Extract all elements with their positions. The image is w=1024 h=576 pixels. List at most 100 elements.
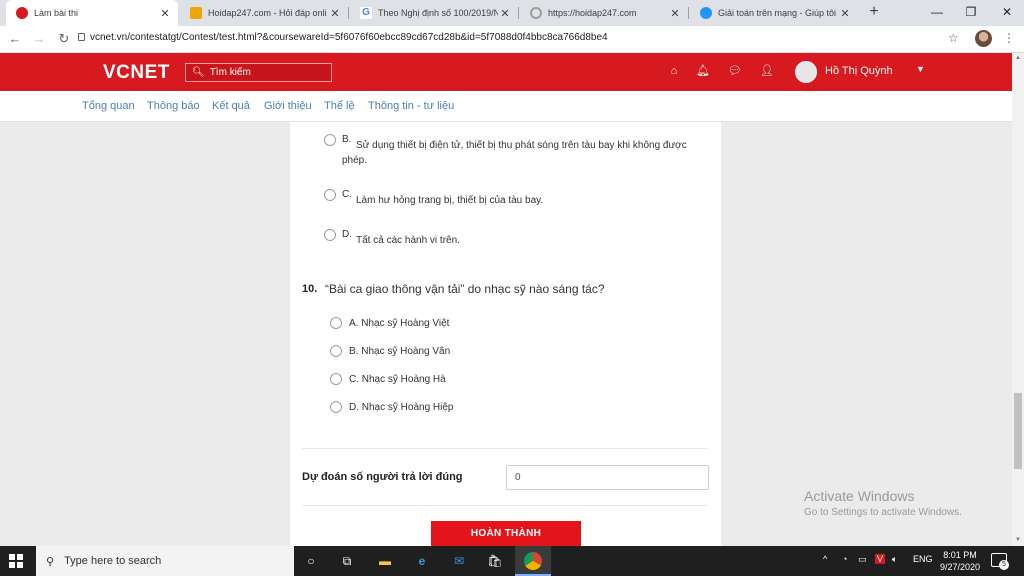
tab-title: Giải toán trên mạng - Giúp tôi	[718, 8, 837, 18]
page-scrollbar[interactable]: ▲ ▼	[1012, 53, 1024, 546]
radio-button[interactable]	[324, 134, 336, 146]
tab-title: Hoidap247.com - Hỏi đáp onli	[208, 8, 327, 18]
search-icon: ⚲	[46, 555, 55, 568]
divider	[302, 448, 708, 449]
star-icon[interactable]: ☆	[948, 31, 959, 45]
language-indicator[interactable]: ENG	[913, 554, 933, 564]
home-icon[interactable]: ⌂	[667, 64, 681, 78]
tab-separator	[518, 7, 519, 19]
scroll-down-icon[interactable]: ▼	[1014, 537, 1022, 543]
close-icon[interactable]: ✕	[328, 7, 342, 20]
finish-button[interactable]: HOÀN THÀNH	[431, 521, 581, 546]
restore-button[interactable]: ❐	[954, 0, 988, 26]
chat-icon[interactable]: 💬︎	[728, 64, 742, 78]
radio-button[interactable]	[330, 373, 342, 385]
prev-option-d[interactable]: D. Tất cả các hành vi trên.	[324, 229, 714, 246]
answer-option[interactable]: D. Nhạc sỹ Hoàng Hiệp	[330, 401, 454, 413]
clock-time[interactable]: 8:01 PM	[940, 550, 980, 560]
scroll-thumb[interactable]	[1014, 393, 1022, 469]
windows-taskbar: ⚲ Type here to search ○ ⧉ ▬ e ✉ 🛍︎ ^ ◔ ▭…	[0, 546, 1024, 576]
option-letter: D.	[342, 229, 352, 240]
battery-icon[interactable]: ▭	[858, 554, 867, 565]
mail-icon[interactable]: ✉	[450, 552, 468, 570]
radio-button[interactable]	[330, 317, 342, 329]
cortana-icon[interactable]: ○	[302, 552, 320, 570]
browser-profile-avatar[interactable]	[975, 30, 992, 47]
predict-label: Dự đoán số người trả lời đúng	[302, 471, 463, 483]
edge-icon[interactable]: e	[413, 552, 431, 570]
nav-ket-qua[interactable]: Kết quả	[212, 100, 250, 112]
nav-thong-tin-tu-lieu[interactable]: Thông tin - tư liệu	[368, 100, 454, 112]
option-text: Làm hư hỏng trang bị, thiết bị của tàu b…	[356, 195, 544, 206]
close-icon[interactable]: ✕	[838, 7, 852, 20]
site-header: VCNET 🔍︎ ⌂ 🔔︎ 💬︎ 👤︎ Hồ Thị Quỳnh ▼	[0, 53, 1012, 91]
chevron-up-icon[interactable]: ^	[823, 554, 827, 564]
notification-badge: 5	[999, 560, 1009, 570]
tab-nghi-dinh[interactable]: G Theo Nghị định số 100/2019/N ✕	[350, 0, 518, 26]
nav-tong-quan[interactable]: Tổng quan	[82, 100, 135, 112]
answer-label: A. Nhạc sỹ Hoàng Việt	[349, 317, 450, 329]
tab-title: https://hoidap247.com	[548, 8, 637, 18]
answer-option[interactable]: A. Nhạc sỹ Hoàng Việt	[330, 317, 449, 329]
sub-navigation: Tổng quan Thông báo Kết quả Giới thiệu T…	[0, 91, 1012, 122]
url-field[interactable]: vcnet.vn/contestatgt/Contest/test.html?&…	[90, 32, 608, 43]
close-window-button[interactable]: ✕	[990, 0, 1024, 26]
prev-option-c[interactable]: C. Làm hư hỏng trang bị, thiết bị của tà…	[324, 189, 714, 206]
chevron-down-icon[interactable]: ▼	[916, 64, 925, 74]
avatar[interactable]	[795, 61, 817, 83]
bell-icon[interactable]: 🔔︎	[696, 64, 710, 78]
task-view-icon[interactable]: ⧉	[338, 552, 356, 570]
vcnet-tray-icon[interactable]: V	[875, 554, 886, 564]
scroll-up-icon[interactable]: ▲	[1014, 55, 1022, 61]
minimize-button[interactable]: —	[920, 0, 954, 26]
answer-label: B. Nhạc sỹ Hoàng Vân	[349, 345, 451, 357]
radio-button[interactable]	[330, 345, 342, 357]
hoidap-favicon-icon	[190, 7, 202, 19]
forward-arrow-icon[interactable]: →	[30, 30, 48, 48]
quiz-panel: B. Sử dụng thiết bị điện tử, thiết bị th…	[290, 122, 721, 546]
divider	[302, 505, 708, 506]
vcnet-logo[interactable]: VCNET	[103, 62, 170, 84]
tab-title: Làm bài thi	[34, 8, 79, 18]
browser-tabstrip: Làm bài thi ✕ Hoidap247.com - Hỏi đáp on…	[0, 0, 1024, 26]
windows-start-icon[interactable]	[9, 554, 23, 568]
tab-hoidap247[interactable]: Hoidap247.com - Hỏi đáp onli ✕	[180, 0, 348, 26]
prev-option-b[interactable]: B. Sử dụng thiết bị điện tử, thiết bị th…	[324, 134, 714, 166]
nav-the-le[interactable]: Thể lệ	[324, 100, 355, 112]
radio-button[interactable]	[330, 401, 342, 413]
reload-icon[interactable]: ↻	[55, 30, 73, 48]
chrome-icon[interactable]	[524, 552, 542, 570]
user-name[interactable]: Hồ Thị Quỳnh	[825, 65, 893, 77]
close-icon[interactable]: ✕	[158, 7, 172, 20]
taskbar-search[interactable]: ⚲ Type here to search	[36, 546, 294, 576]
answer-option[interactable]: B. Nhạc sỹ Hoàng Vân	[330, 345, 450, 357]
new-tab-button[interactable]: +	[865, 3, 883, 21]
radio-button[interactable]	[324, 189, 336, 201]
lock-icon	[78, 33, 85, 41]
back-arrow-icon[interactable]: ←	[6, 30, 24, 48]
tab-hoidap-url[interactable]: https://hoidap247.com ✕	[520, 0, 688, 26]
close-icon[interactable]: ✕	[668, 7, 682, 20]
store-icon[interactable]: 🛍︎	[486, 552, 504, 570]
answer-option[interactable]: C. Nhạc sỹ Hoàng Hà	[330, 373, 446, 385]
file-explorer-icon[interactable]: ▬	[376, 552, 394, 570]
nav-gioi-thieu[interactable]: Giới thiệu	[264, 100, 312, 112]
option-letter: C.	[342, 189, 352, 200]
question-number: 10.	[302, 283, 318, 295]
nav-thong-bao[interactable]: Thông báo	[147, 100, 200, 112]
site-search[interactable]: 🔍︎	[185, 63, 332, 82]
close-icon[interactable]: ✕	[498, 7, 512, 20]
radio-button[interactable]	[324, 229, 336, 241]
speaker-icon[interactable]: 🔈︎	[892, 554, 897, 565]
clock-date[interactable]: 9/27/2020	[937, 562, 983, 572]
add-user-icon[interactable]: 👤︎	[760, 64, 774, 78]
menu-dots-icon[interactable]: ⋮	[1003, 31, 1015, 45]
activate-windows-subtitle: Go to Settings to activate Windows.	[804, 507, 962, 518]
tab-title: Theo Nghị định số 100/2019/N	[378, 8, 498, 18]
tab-giai-toan[interactable]: Giải toán trên mạng - Giúp tôi ✕	[690, 0, 858, 26]
predict-input[interactable]	[506, 465, 709, 490]
search-input[interactable]	[209, 67, 320, 78]
answer-label: D. Nhạc sỹ Hoàng Hiệp	[349, 401, 454, 413]
tab-lam-bai-thi[interactable]: Làm bài thi ✕	[6, 0, 178, 26]
network-icon[interactable]: ◔	[842, 554, 847, 564]
